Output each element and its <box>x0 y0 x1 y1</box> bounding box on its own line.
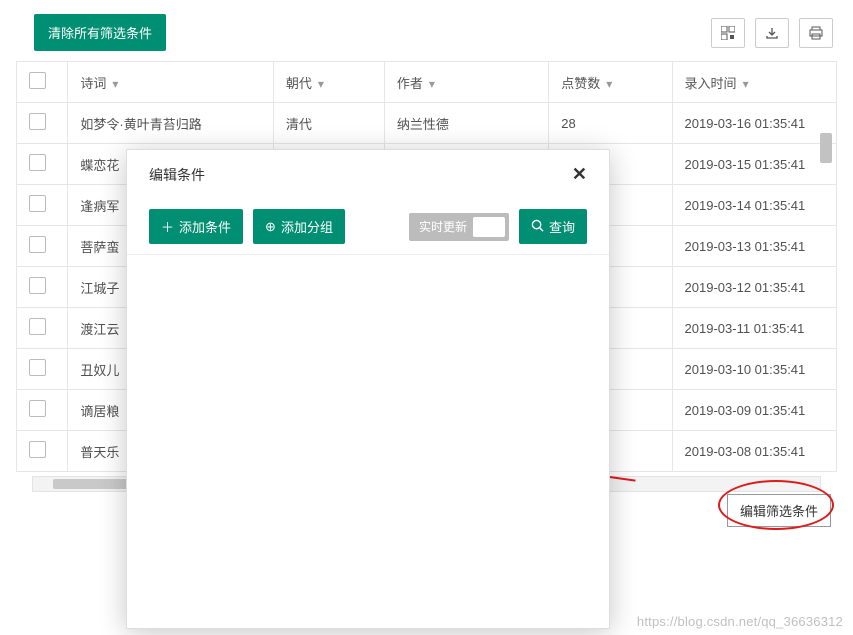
filter-icon[interactable]: ▾ <box>318 77 324 91</box>
header-dynasty[interactable]: 朝代 ▾ <box>273 62 384 103</box>
filter-icon[interactable]: ▾ <box>743 77 749 91</box>
header-author[interactable]: 作者 ▾ <box>384 62 548 103</box>
cell-author: 纳兰性德 <box>384 103 548 144</box>
cell-time: 2019-03-15 01:35:41 <box>672 144 836 185</box>
filter-icon[interactable]: ▾ <box>112 77 118 91</box>
cell-time: 2019-03-13 01:35:41 <box>672 226 836 267</box>
row-checkbox[interactable] <box>29 236 46 253</box>
add-group-button[interactable]: ⊕ 添加分组 <box>253 209 345 244</box>
header-likes-label: 点赞数 <box>561 76 600 91</box>
row-checkbox-cell <box>17 226 68 267</box>
modal-toolbar: ＋ 添加条件 ⊕ 添加分组 实时更新 查询 <box>127 199 609 255</box>
header-time[interactable]: 录入时间 ▾ <box>672 62 836 103</box>
search-icon <box>531 219 544 235</box>
watermark: https://blog.csdn.net/qq_36636312 <box>637 614 843 629</box>
select-all-checkbox[interactable] <box>29 72 46 89</box>
plus-circle-icon: ⊕ <box>265 219 276 235</box>
header-likes[interactable]: 点赞数 ▾ <box>549 62 672 103</box>
row-checkbox-cell <box>17 349 68 390</box>
cell-poem: 如梦令·黄叶青苔归路 <box>68 103 274 144</box>
row-checkbox-cell <box>17 431 68 472</box>
filter-icon[interactable]: ▾ <box>606 77 612 91</box>
modal-header: 编辑条件 ✕ <box>127 150 609 199</box>
cell-time: 2019-03-14 01:35:41 <box>672 185 836 226</box>
table-header-row: 诗词 ▾ 朝代 ▾ 作者 ▾ 点赞数 ▾ 录入时间 ▾ <box>17 62 837 103</box>
row-checkbox-cell <box>17 390 68 431</box>
filter-icon[interactable]: ▾ <box>429 77 435 91</box>
realtime-toggle[interactable]: 实时更新 <box>409 213 509 241</box>
vertical-scrollbar[interactable] <box>817 115 835 475</box>
search-button[interactable]: 查询 <box>519 209 587 244</box>
cell-likes: 28 <box>549 103 672 144</box>
table-row[interactable]: 如梦令·黄叶青苔归路清代纳兰性德282019-03-16 01:35:41 <box>17 103 837 144</box>
edit-condition-modal: 编辑条件 ✕ ＋ 添加条件 ⊕ 添加分组 实时更新 查询 <box>126 149 610 629</box>
row-checkbox[interactable] <box>29 154 46 171</box>
header-time-label: 录入时间 <box>685 76 737 91</box>
print-icon[interactable] <box>799 18 833 48</box>
cell-time: 2019-03-09 01:35:41 <box>672 390 836 431</box>
realtime-label: 实时更新 <box>419 218 467 235</box>
row-checkbox[interactable] <box>29 195 46 212</box>
header-poem[interactable]: 诗词 ▾ <box>68 62 274 103</box>
toolbar-actions <box>711 18 833 48</box>
row-checkbox[interactable] <box>29 400 46 417</box>
scrollbar-thumb[interactable] <box>820 133 832 163</box>
row-checkbox[interactable] <box>29 359 46 376</box>
export-icon[interactable] <box>755 18 789 48</box>
row-checkbox-cell <box>17 267 68 308</box>
toolbar: 清除所有筛选条件 <box>0 0 853 61</box>
header-poem-label: 诗词 <box>80 76 106 91</box>
row-checkbox-cell <box>17 103 68 144</box>
cell-time: 2019-03-16 01:35:41 <box>672 103 836 144</box>
cell-dynasty: 清代 <box>273 103 384 144</box>
clear-filters-button[interactable]: 清除所有筛选条件 <box>34 14 166 51</box>
row-checkbox-cell <box>17 308 68 349</box>
toggle-switch[interactable] <box>473 217 505 237</box>
row-checkbox[interactable] <box>29 318 46 335</box>
close-icon[interactable]: ✕ <box>572 164 587 185</box>
cell-time: 2019-03-10 01:35:41 <box>672 349 836 390</box>
search-label: 查询 <box>549 217 575 236</box>
modal-title: 编辑条件 <box>149 165 205 185</box>
edit-filter-tooltip: 编辑筛选条件 <box>727 494 831 527</box>
row-checkbox-cell <box>17 144 68 185</box>
row-checkbox[interactable] <box>29 113 46 130</box>
add-group-label: 添加分组 <box>281 217 333 236</box>
cell-time: 2019-03-11 01:35:41 <box>672 308 836 349</box>
header-author-label: 作者 <box>397 76 423 91</box>
add-condition-label: 添加条件 <box>179 217 231 236</box>
row-checkbox[interactable] <box>29 277 46 294</box>
plus-icon: ＋ <box>161 217 174 236</box>
cell-time: 2019-03-12 01:35:41 <box>672 267 836 308</box>
header-dynasty-label: 朝代 <box>286 76 312 91</box>
header-checkbox-cell <box>17 62 68 103</box>
cell-time: 2019-03-08 01:35:41 <box>672 431 836 472</box>
qr-icon[interactable] <box>711 18 745 48</box>
row-checkbox[interactable] <box>29 441 46 458</box>
add-condition-button[interactable]: ＋ 添加条件 <box>149 209 243 244</box>
row-checkbox-cell <box>17 185 68 226</box>
